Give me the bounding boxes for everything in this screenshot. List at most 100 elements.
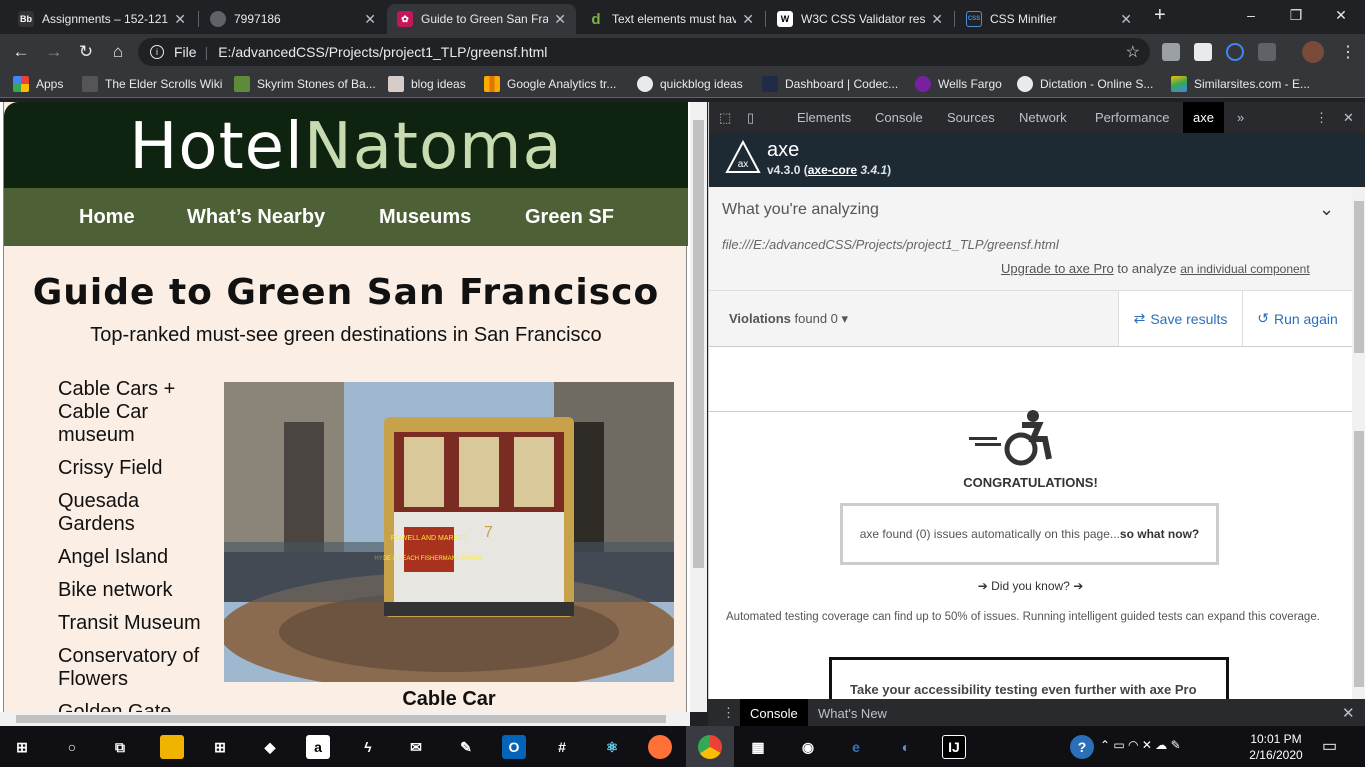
component-link[interactable]: an individual component bbox=[1180, 262, 1309, 276]
address-bar[interactable]: i File | E:/advancedCSS/Projects/project… bbox=[138, 38, 1150, 66]
site-logo[interactable]: HotelNatoma bbox=[4, 110, 688, 184]
drawer-menu-icon[interactable]: ⋮ bbox=[722, 705, 735, 721]
close-tab-icon[interactable]: ✕ bbox=[1120, 11, 1132, 28]
axe-extension-icon[interactable] bbox=[1226, 43, 1244, 61]
analyzing-heading[interactable]: What you're analyzing bbox=[722, 201, 879, 219]
bookmark-item[interactable]: Similarsites.com - E... bbox=[1171, 76, 1310, 92]
scroll-thumb[interactable] bbox=[693, 120, 704, 568]
devtools-scrollbar[interactable] bbox=[1352, 187, 1365, 714]
tab-axe[interactable]: axe bbox=[1183, 102, 1224, 133]
bookmark-item[interactable]: Wells Fargo bbox=[915, 76, 1002, 92]
outlook-icon[interactable]: O bbox=[502, 735, 526, 759]
url-text[interactable]: E:/advancedCSS/Projects/project1_TLP/gre… bbox=[218, 44, 547, 60]
save-results-button[interactable]: ⇄ Save results bbox=[1118, 291, 1242, 346]
page-horizontal-scrollbar[interactable] bbox=[0, 712, 690, 726]
info-icon[interactable]: i bbox=[150, 45, 164, 59]
close-tab-icon[interactable]: ✕ bbox=[554, 11, 566, 28]
help-icon[interactable]: ? bbox=[1070, 735, 1094, 759]
more-tabs-icon[interactable]: » bbox=[1237, 110, 1244, 125]
tab-console[interactable]: Console bbox=[875, 110, 923, 125]
bookmark-item[interactable]: quickblog ideas bbox=[637, 76, 743, 92]
lightning-app-icon[interactable]: ϟ bbox=[356, 735, 380, 759]
drawer-tab-console[interactable]: Console bbox=[740, 699, 808, 726]
home-button[interactable]: ⌂ bbox=[105, 40, 131, 64]
napster-icon[interactable]: ◉ bbox=[796, 735, 820, 759]
intellij-icon[interactable]: IJ bbox=[942, 735, 966, 759]
browser-tab[interactable]: 7997186 ✕ bbox=[200, 4, 386, 34]
new-tab-button[interactable]: + bbox=[1154, 4, 1166, 27]
minimize-button[interactable]: – bbox=[1228, 0, 1274, 30]
file-explorer-icon[interactable] bbox=[160, 735, 184, 759]
amazon-icon[interactable]: a bbox=[306, 735, 330, 759]
bookmark-star-icon[interactable]: ☆ bbox=[1126, 42, 1140, 62]
bookmark-item[interactable]: Google Analytics tr... bbox=[484, 76, 616, 92]
nav-greensf-link[interactable]: Green SF bbox=[525, 206, 614, 229]
extension-icon[interactable] bbox=[1194, 43, 1212, 61]
system-tray-icons[interactable]: ⌃ ▭ ◠ ✕ ☁ ✎ bbox=[1100, 738, 1181, 752]
menu-kebab-icon[interactable]: ⋮ bbox=[1340, 42, 1356, 62]
bookmark-item[interactable]: Dashboard | Codec... bbox=[762, 76, 898, 92]
forward-button[interactable]: → bbox=[41, 40, 67, 64]
so-what-now-link[interactable]: so what now? bbox=[1120, 527, 1199, 541]
notification-icon[interactable]: ▭ bbox=[1322, 736, 1337, 756]
tab-elements[interactable]: Elements bbox=[797, 110, 851, 125]
tab-network[interactable]: Network bbox=[1019, 110, 1067, 125]
browser-tab[interactable]: CSS CSS Minifier ✕ bbox=[956, 4, 1142, 34]
clock[interactable]: 10:01 PM 2/16/2020 bbox=[1246, 731, 1306, 763]
back-button[interactable]: ← bbox=[8, 40, 34, 64]
bookmark-item[interactable]: Apps bbox=[13, 76, 63, 92]
upgrade-link[interactable]: Upgrade to axe Pro bbox=[1001, 261, 1114, 276]
nav-museums-link[interactable]: Museums bbox=[379, 206, 471, 229]
task-view-icon[interactable]: ⧉ bbox=[108, 735, 132, 759]
search-icon[interactable]: ○ bbox=[60, 735, 84, 759]
mail-icon[interactable]: ✉ bbox=[404, 735, 428, 759]
extension-icon[interactable] bbox=[1162, 43, 1180, 61]
slack-icon[interactable]: # bbox=[550, 735, 574, 759]
windows-start-icon[interactable]: ⊞ bbox=[10, 735, 34, 759]
close-tab-icon[interactable]: ✕ bbox=[742, 11, 754, 28]
calculator-icon[interactable]: ▦ bbox=[746, 735, 770, 759]
close-window-button[interactable]: ✕ bbox=[1318, 0, 1364, 30]
scroll-thumb[interactable] bbox=[1354, 431, 1364, 687]
browser-tab[interactable]: d Text elements must hav ✕ bbox=[578, 4, 764, 34]
chrome-icon[interactable] bbox=[698, 735, 722, 759]
drawer-tab-whats-new[interactable]: What's New bbox=[818, 706, 887, 721]
browser-tab[interactable]: W W3C CSS Validator resu ✕ bbox=[767, 4, 953, 34]
close-tab-icon[interactable]: ✕ bbox=[174, 11, 186, 28]
avatar[interactable] bbox=[1302, 41, 1324, 63]
scroll-thumb[interactable] bbox=[1354, 201, 1364, 353]
dropbox-icon[interactable]: ◆ bbox=[258, 735, 282, 759]
axe-core-link[interactable]: axe-core bbox=[808, 163, 857, 177]
extension-icon[interactable] bbox=[1258, 43, 1276, 61]
bookmark-item[interactable]: blog ideas bbox=[388, 76, 466, 92]
bookmark-item[interactable]: The Elder Scrolls Wiki bbox=[82, 76, 222, 92]
tab-performance[interactable]: Performance bbox=[1095, 110, 1169, 125]
reload-button[interactable]: ↻ bbox=[73, 40, 99, 64]
firefox-icon[interactable] bbox=[648, 735, 672, 759]
browser-tab-active[interactable]: ✿ Guide to Green San Fra ✕ bbox=[387, 4, 576, 34]
store-icon[interactable]: ⊞ bbox=[208, 735, 232, 759]
bookmark-item[interactable]: Dictation - Online S... bbox=[1017, 76, 1153, 92]
discord-icon[interactable]: ◐ bbox=[894, 735, 918, 759]
tab-sources[interactable]: Sources bbox=[947, 110, 995, 125]
atom-icon[interactable]: ⚛ bbox=[600, 735, 624, 759]
inspect-icon[interactable]: ⬚ bbox=[719, 110, 731, 126]
chevron-down-icon[interactable]: ⌄ bbox=[1319, 199, 1334, 220]
nav-home-link[interactable]: Home bbox=[79, 206, 135, 229]
violations-dropdown[interactable]: Violations found 0 ▾ bbox=[729, 311, 848, 327]
nav-nearby-link[interactable]: What’s Nearby bbox=[187, 206, 325, 229]
run-again-button[interactable]: ↺ Run again bbox=[1242, 291, 1352, 346]
devtools-menu-icon[interactable]: ⋮ bbox=[1315, 110, 1328, 126]
close-tab-icon[interactable]: ✕ bbox=[364, 11, 376, 28]
page-vertical-scrollbar[interactable] bbox=[690, 102, 707, 712]
device-toggle-icon[interactable]: ▯ bbox=[747, 110, 754, 126]
close-tab-icon[interactable]: ✕ bbox=[931, 11, 943, 28]
maximize-button[interactable]: ❐ bbox=[1273, 0, 1319, 30]
scroll-thumb[interactable] bbox=[16, 715, 666, 723]
did-you-know[interactable]: ➔ Did you know? ➔ bbox=[709, 579, 1352, 593]
bookmark-item[interactable]: Skyrim Stones of Ba... bbox=[234, 76, 376, 92]
close-drawer-icon[interactable]: ✕ bbox=[1342, 704, 1355, 722]
close-devtools-icon[interactable]: ✕ bbox=[1343, 110, 1354, 126]
sketch-app-icon[interactable]: ✎ bbox=[454, 735, 478, 759]
browser-tab[interactable]: Bb Assignments – 152-121 ✕ bbox=[8, 4, 196, 34]
